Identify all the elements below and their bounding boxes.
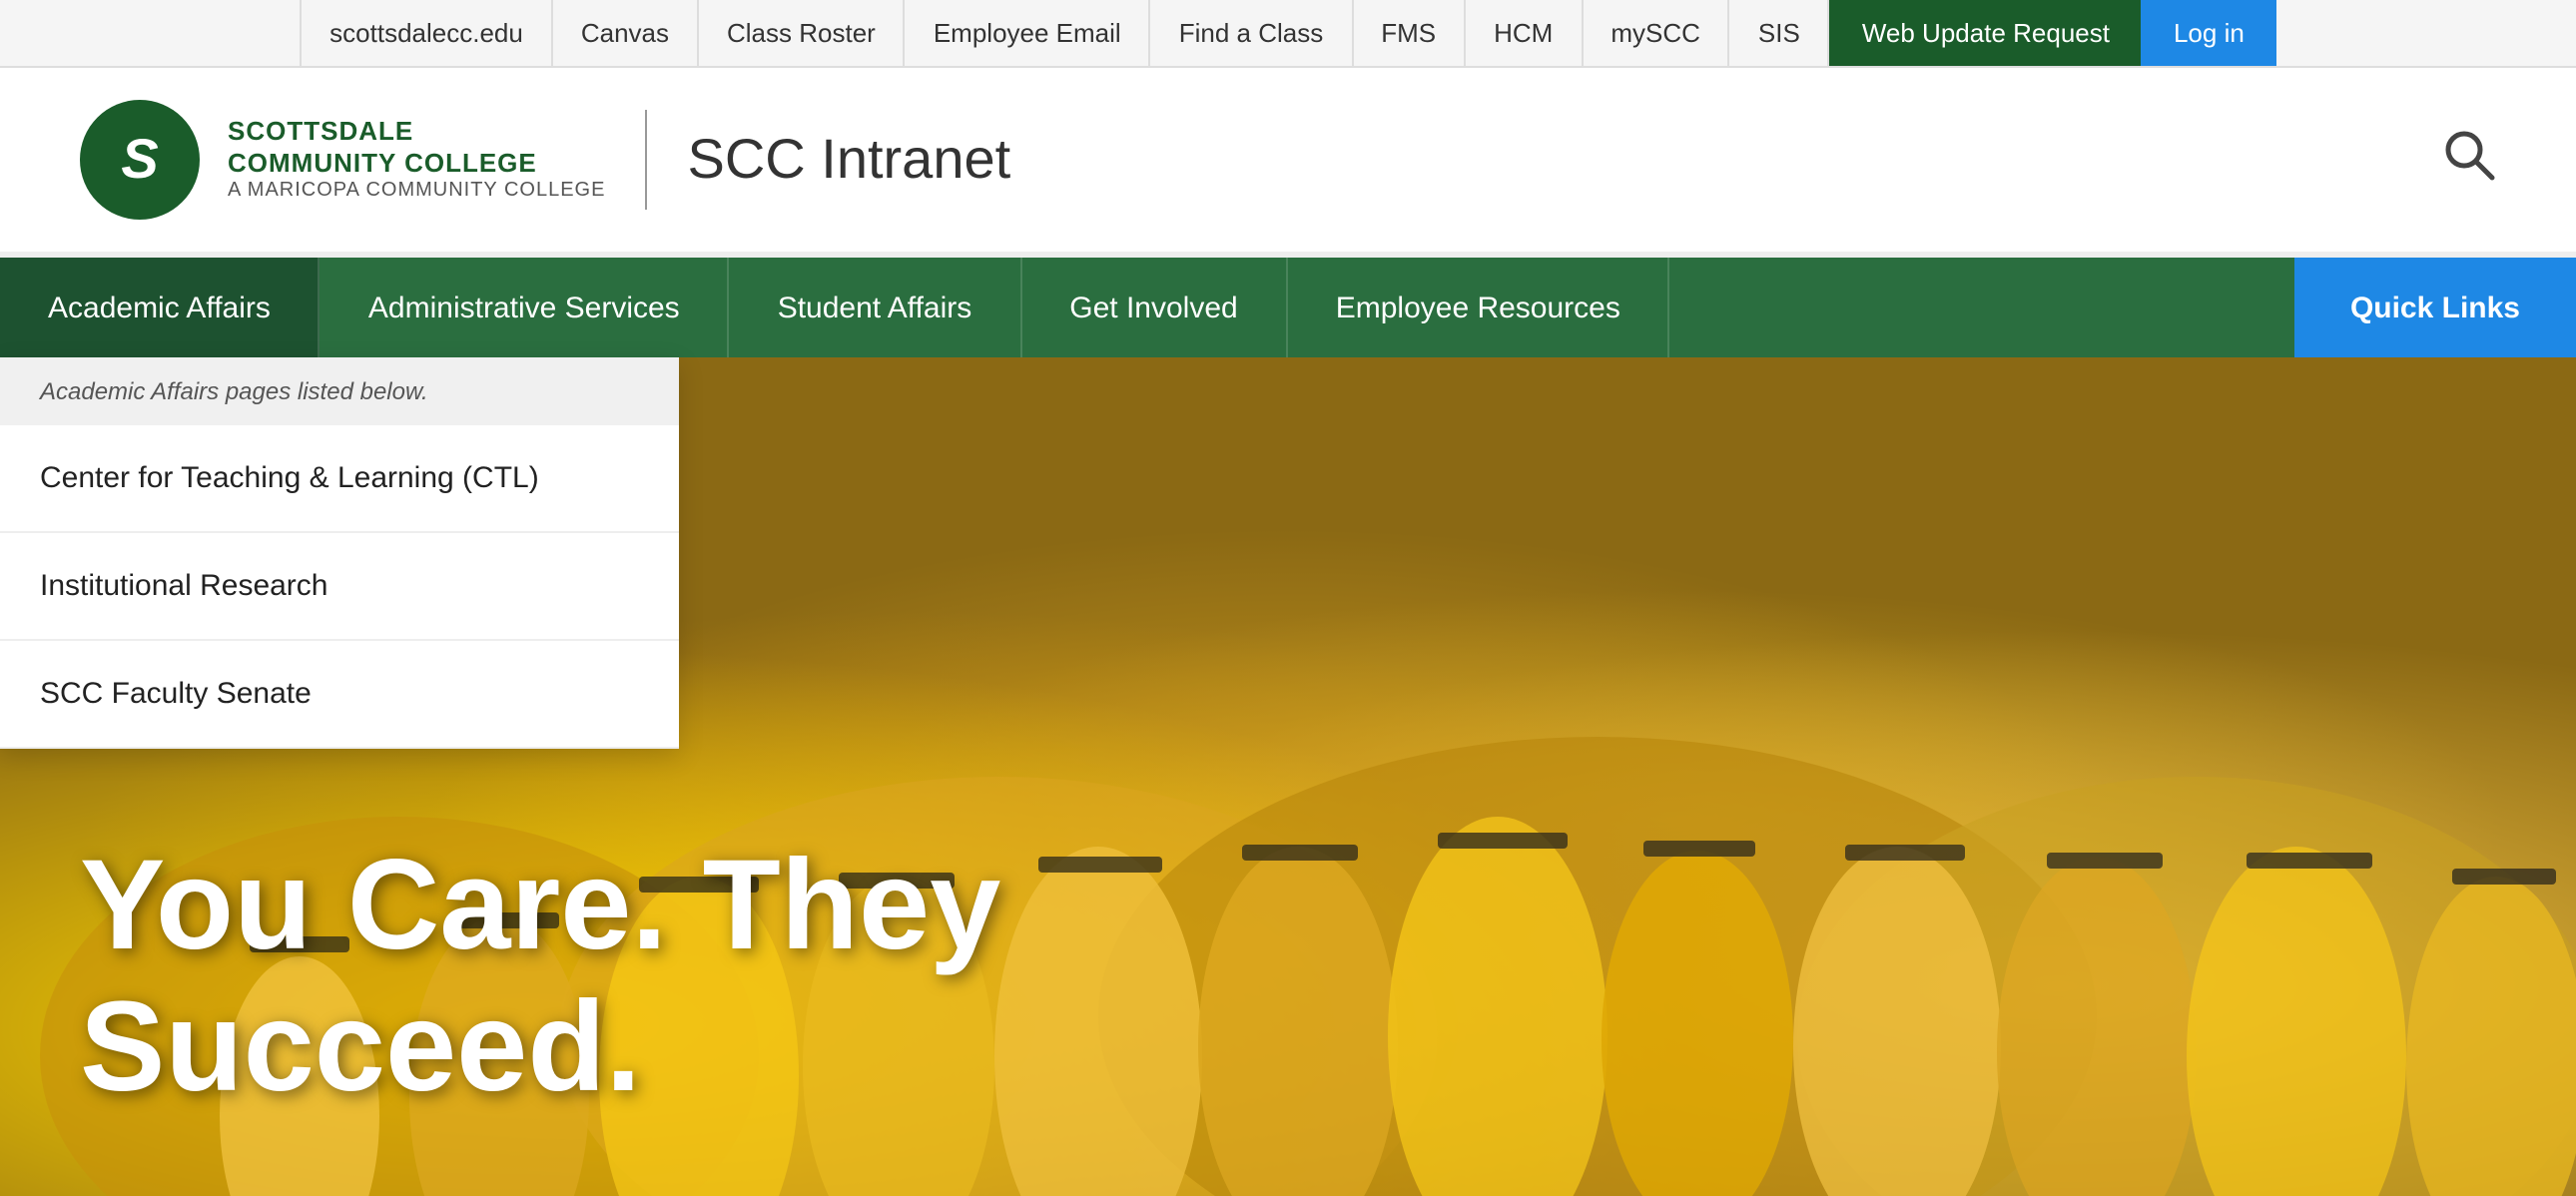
nav-item-student-affairs[interactable]: Student Affairs [730,258,1022,357]
nav-item-academic-affairs[interactable]: Academic Affairs [0,258,321,357]
nav-item-get-involved[interactable]: Get Involved [1021,258,1287,357]
dropdown-header: Academic Affairs pages listed below. [0,357,679,425]
search-icon[interactable] [2440,125,2496,195]
utility-bar: scottsdalecc.edu Canvas Class Roster Emp… [0,0,2576,68]
canvas-link[interactable]: Canvas [553,0,699,66]
site-header: S SCOTTSDALECOMMUNITY COLLEGE A MARICOPA… [0,68,2576,258]
logo-text: SCOTTSDALECOMMUNITY COLLEGE A MARICOPA C… [228,117,605,203]
logo-link[interactable]: S SCOTTSDALECOMMUNITY COLLEGE A MARICOPA… [80,100,605,220]
dropdown-menu: Academic Affairs pages listed below. Cen… [0,357,679,749]
web-update-request-button[interactable]: Web Update Request [1830,0,2142,66]
ctl-dropdown-item[interactable]: Center for Teaching & Learning (CTL) [0,425,679,533]
hero-overlay: You Care. They Succeed. [0,775,2576,1196]
nav-item-administrative-services[interactable]: Administrative Services [321,258,730,357]
fms-link[interactable]: FMS [1353,0,1466,66]
site-title: SCC Intranet [687,128,1010,192]
logo-circle: S [80,100,200,220]
main-nav: Academic Affairs Administrative Services… [0,258,2576,357]
scottsdalecc-link[interactable]: scottsdalecc.edu [300,0,553,66]
hero-text: You Care. They Succeed. [80,835,1118,1116]
maricopa-text: A MARICOPA COMMUNITY COLLEGE [228,179,605,203]
myscc-link[interactable]: mySCC [1583,0,1730,66]
class-roster-link[interactable]: Class Roster [699,0,906,66]
hcm-link[interactable]: HCM [1466,0,1583,66]
find-a-class-link[interactable]: Find a Class [1151,0,1354,66]
faculty-senate-dropdown-item[interactable]: SCC Faculty Senate [0,641,679,749]
logo-divider [645,110,647,210]
nav-item-employee-resources[interactable]: Employee Resources [1288,258,1670,357]
login-button[interactable]: Log in [2142,0,2276,66]
institutional-research-dropdown-item[interactable]: Institutional Research [0,533,679,641]
sis-link[interactable]: SIS [1730,0,1830,66]
employee-email-link[interactable]: Employee Email [906,0,1151,66]
college-name: SCOTTSDALECOMMUNITY COLLEGE [228,117,605,179]
quick-links-button[interactable]: Quick Links [2294,258,2576,357]
